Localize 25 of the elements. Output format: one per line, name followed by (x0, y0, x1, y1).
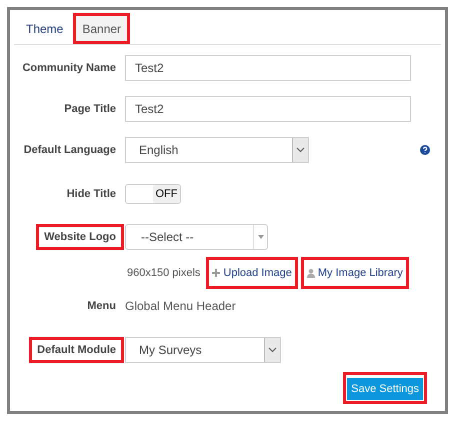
select-field[interactable]: English (125, 137, 309, 163)
tab[interactable]: Theme (17, 13, 72, 44)
field-label: Default Language (22, 143, 117, 158)
text-field[interactable]: Test2 (125, 96, 411, 122)
chevron-down-icon (268, 347, 277, 353)
chevron-down-icon (296, 147, 305, 153)
select-field[interactable]: My Surveys (125, 337, 281, 363)
link[interactable]: Upload Image (206, 257, 298, 289)
menu-value: Global Menu Header (125, 299, 236, 313)
field-label: Default Module (29, 337, 124, 363)
select-field[interactable]: --Select -- (125, 224, 268, 250)
link[interactable]: My Image Library (300, 257, 409, 289)
triangle-down-icon (258, 235, 264, 239)
help-icon[interactable] (420, 145, 430, 155)
field-label: Website Logo (36, 224, 124, 250)
person-icon (306, 268, 315, 278)
field-label: Community Name (21, 61, 117, 76)
toggle-switch[interactable]: OFF (125, 184, 181, 204)
text-field[interactable]: Test2 (125, 55, 411, 81)
size-hint: 960x150 pixels (127, 266, 200, 281)
field-label: Menu (86, 299, 117, 314)
tab[interactable]: Banner (73, 13, 130, 44)
plus-icon (212, 269, 220, 277)
field-label: Page Title (63, 102, 117, 117)
field-label: Hide Title (66, 187, 117, 202)
